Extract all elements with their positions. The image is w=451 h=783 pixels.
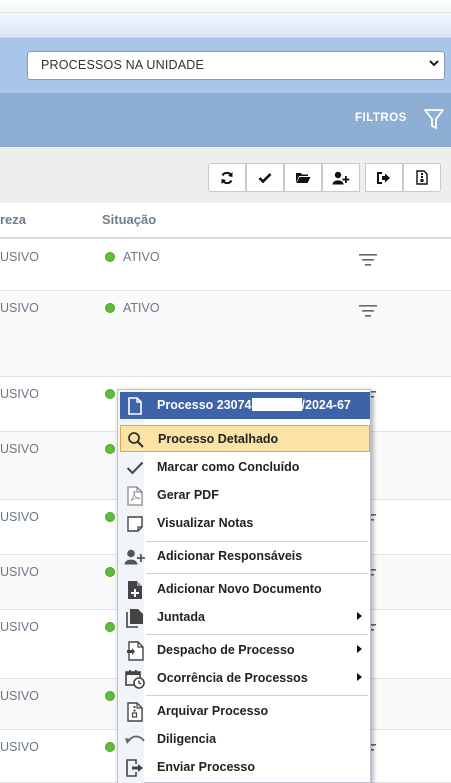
menu-title: Processo 23074/2024-67: [120, 392, 370, 419]
menu-separator: [146, 634, 368, 635]
redacted-block: [251, 398, 302, 412]
cell-natureza: USIVO: [0, 387, 39, 401]
folder-open-icon: [295, 171, 311, 184]
cell-natureza: USIVO: [0, 301, 39, 315]
menu-item-label: Gerar PDF: [157, 488, 219, 502]
menu-item-label: Visualizar Notas: [157, 516, 254, 530]
menu-item-visualizar-notas[interactable]: Visualizar Notas: [120, 510, 370, 537]
document-archive-icon: [416, 170, 428, 185]
column-header-situacao[interactable]: Situação: [102, 212, 156, 227]
menu-item-label: Diligencia: [157, 732, 217, 746]
add-user-icon: [124, 546, 146, 568]
menu-item-label: Enviar Processo: [157, 760, 255, 774]
column-header-natureza[interactable]: reza: [0, 212, 26, 227]
add-user-icon: [332, 171, 350, 185]
status-dot: [105, 303, 115, 313]
archive-icon: [124, 701, 146, 723]
cell-natureza: USIVO: [0, 250, 39, 264]
check-icon: [258, 172, 272, 184]
status-dot: [105, 567, 115, 577]
cell-natureza: USIVO: [0, 442, 39, 456]
top-strip: [0, 0, 451, 38]
add-document-icon: [124, 579, 146, 601]
cell-natureza: USIVO: [0, 740, 39, 754]
menu-item-enviar-processo[interactable]: Enviar Processo: [120, 754, 370, 781]
status-dot: [105, 444, 115, 454]
menu-item-label: Juntada: [157, 610, 205, 624]
search-icon: [125, 429, 147, 451]
menu-item-adicionar-responsaveis[interactable]: Adicionar Responsáveis: [120, 543, 370, 570]
cell-natureza: USIVO: [0, 689, 39, 703]
menu-item-processo-detalhado[interactable]: Processo Detalhado: [120, 425, 370, 452]
menu-item-label: Processo Detalhado: [158, 432, 279, 446]
undo-icon: [124, 729, 146, 751]
mark-done-button[interactable]: [246, 163, 284, 192]
menu-separator: [146, 573, 368, 574]
unit-select-value: PROCESSOS NA UNIDADE: [41, 58, 205, 72]
submenu-arrow-icon: [357, 645, 362, 653]
context-menu: Processo 23074/2024-67 Processo Detalhad…: [117, 389, 371, 783]
sign-out-icon: [377, 171, 391, 184]
status-label: ATIVO: [123, 301, 160, 315]
row-menu-icon[interactable]: [359, 253, 377, 271]
refresh-button[interactable]: [208, 163, 246, 192]
open-folder-button[interactable]: [284, 163, 322, 192]
send-icon: [124, 757, 146, 779]
menu-title-prefix: Processo 23074: [157, 398, 252, 412]
menu-separator: [146, 695, 368, 696]
archive-button[interactable]: [403, 163, 441, 192]
status-label: ATIVO: [123, 250, 160, 264]
chevron-down-icon: [428, 53, 440, 85]
menu-item-marcar-concluido[interactable]: Marcar como Concluído: [120, 454, 370, 481]
menu-item-despacho-de-processo[interactable]: Despacho de Processo: [120, 637, 370, 664]
status-dot: [105, 742, 115, 752]
cell-natureza: USIVO: [0, 620, 39, 634]
submenu-arrow-icon: [357, 673, 362, 681]
menu-item-label: Adicionar Novo Documento: [157, 582, 322, 596]
submenu-arrow-icon: [357, 612, 362, 620]
menu-item-juntada[interactable]: Juntada: [120, 604, 370, 631]
calendar-clock-icon: [124, 668, 146, 690]
funnel-icon[interactable]: [424, 108, 444, 135]
row-menu-icon[interactable]: [359, 304, 377, 322]
menu-item-adicionar-novo-documento[interactable]: Adicionar Novo Documento: [120, 576, 370, 603]
status-dot: [105, 622, 115, 632]
menu-item-label: Marcar como Concluído: [157, 460, 300, 474]
menu-title-suffix: /2024-67: [301, 398, 351, 412]
unit-select[interactable]: PROCESSOS NA UNIDADE: [27, 51, 445, 80]
pdf-icon: [124, 485, 146, 507]
document-icon: [124, 395, 146, 417]
dispatch-icon: [124, 640, 146, 662]
check-icon: [124, 457, 146, 479]
menu-item-label: Ocorrência de Processos: [157, 671, 308, 685]
table-row[interactable]: [0, 240, 451, 291]
status-dot: [105, 252, 115, 262]
status-dot: [105, 389, 115, 399]
menu-item-label: Adicionar Responsáveis: [157, 549, 303, 563]
menu-item-label: Despacho de Processo: [157, 643, 295, 657]
refresh-icon: [220, 171, 234, 185]
status-dot: [105, 512, 115, 522]
send-process-button[interactable]: [365, 163, 403, 192]
menu-item-ocorrencia-de-processos[interactable]: Ocorrência de Processos: [120, 665, 370, 692]
menu-item-label: Arquivar Processo: [157, 704, 269, 718]
menu-separator: [146, 541, 368, 542]
menu-item-gerar-pdf[interactable]: Gerar PDF: [120, 482, 370, 509]
cell-natureza: USIVO: [0, 565, 39, 579]
note-icon: [124, 513, 146, 535]
add-responsible-button[interactable]: [322, 163, 360, 192]
menu-item-diligencia[interactable]: Diligencia: [120, 726, 370, 753]
filters-label[interactable]: FILTROS: [355, 112, 407, 124]
table-header: [0, 203, 451, 239]
cell-natureza: USIVO: [0, 510, 39, 524]
documents-icon: [124, 607, 146, 629]
status-dot: [105, 691, 115, 701]
table-row[interactable]: [0, 291, 451, 377]
menu-item-arquivar-processo[interactable]: Arquivar Processo: [120, 698, 370, 725]
